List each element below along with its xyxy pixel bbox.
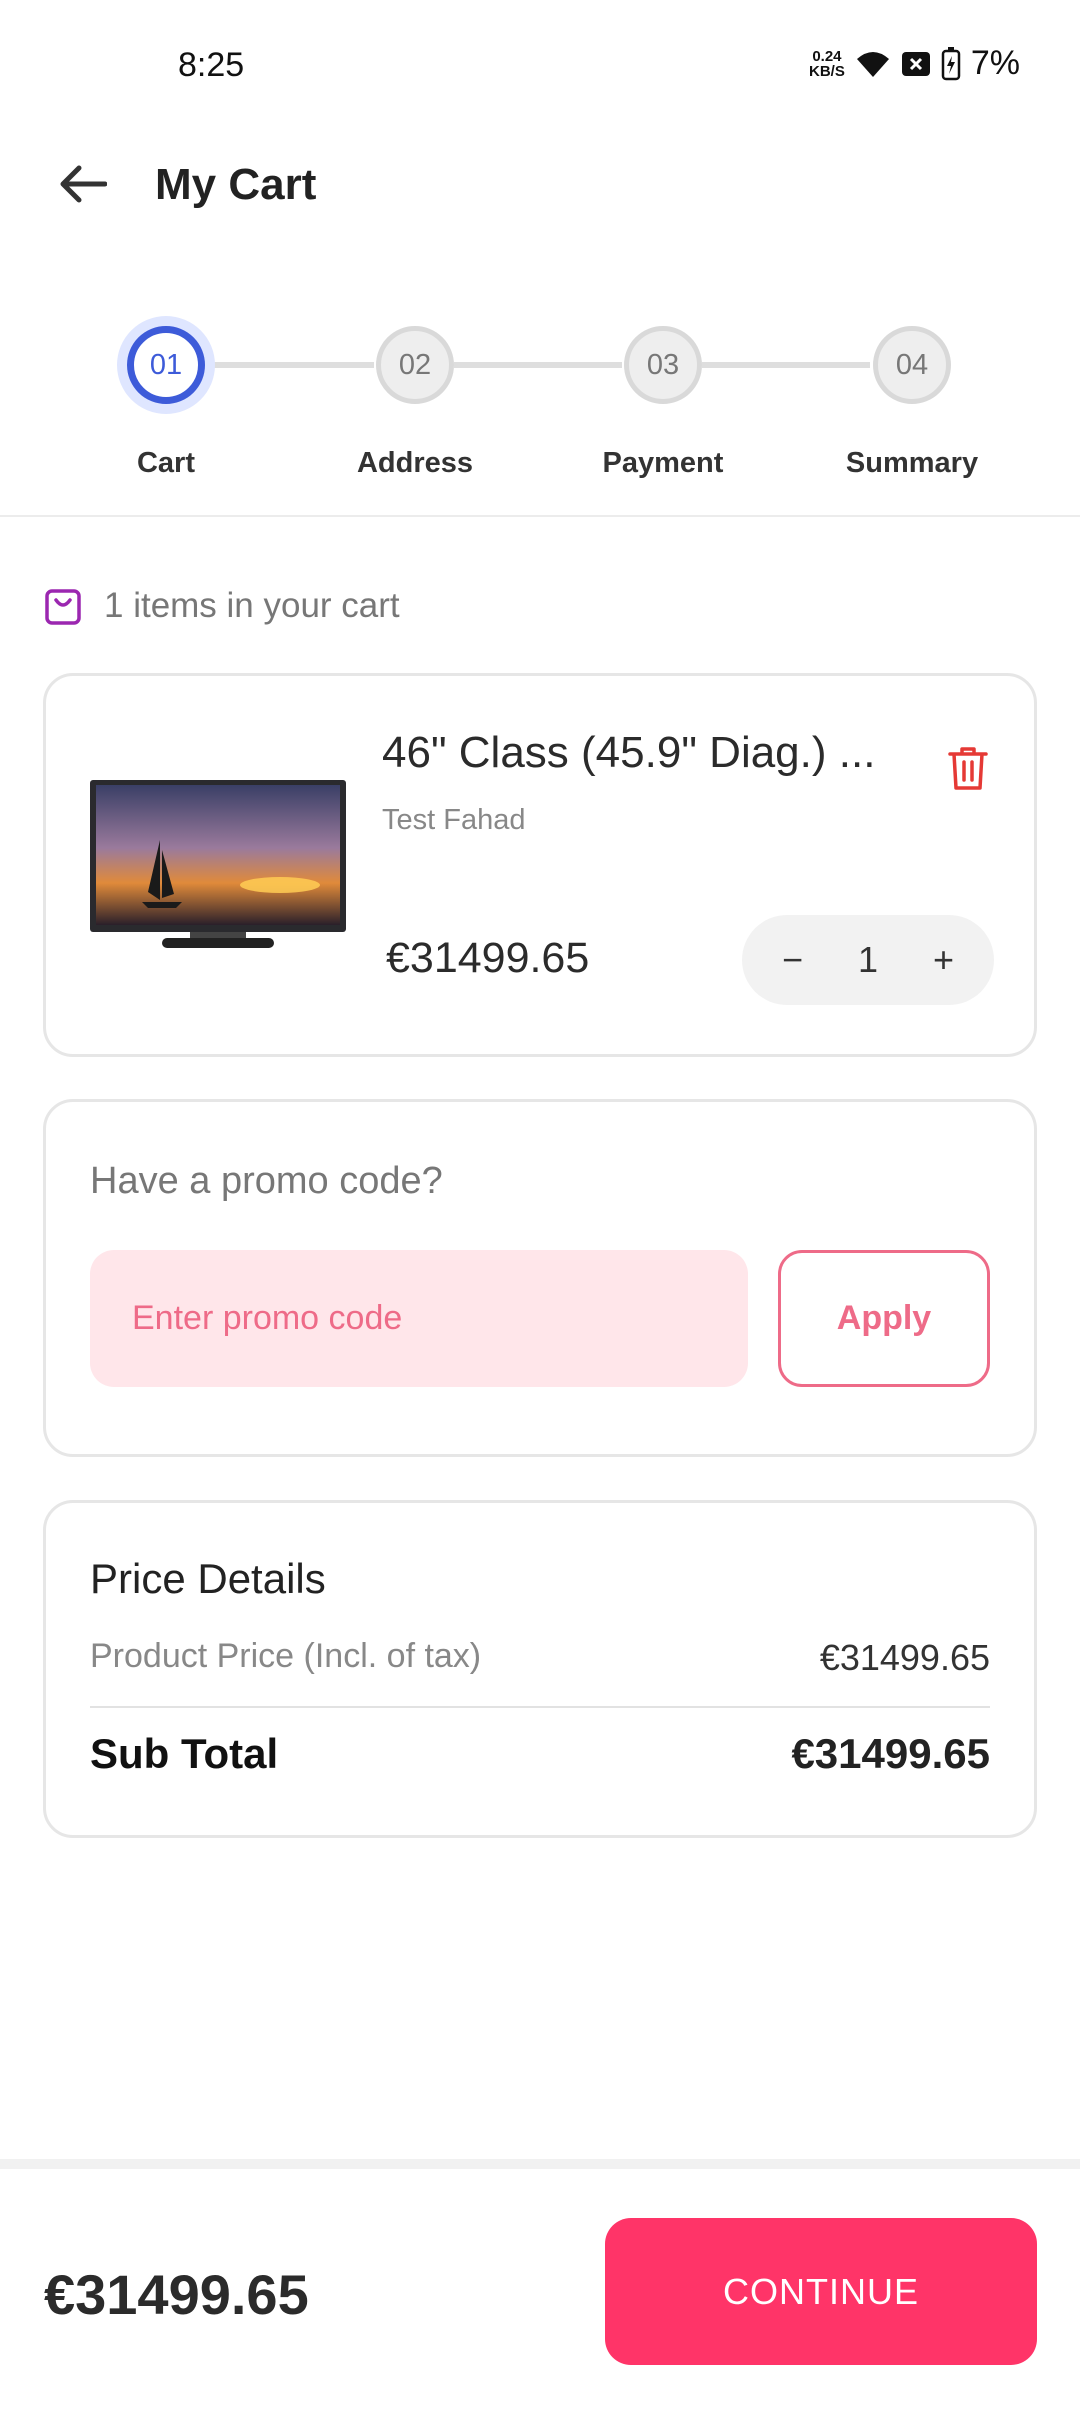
product-name[interactable]: 46" Class (45.9" Diag.) ... [382,728,875,778]
quantity-value: 1 [857,939,879,980]
product-price: €31499.65 [386,934,590,982]
product-price-value: €31499.65 [819,1637,990,1678]
bottom-bar-divider [0,2159,1080,2169]
delete-item-button[interactable] [946,744,990,797]
product-price-label: Product Price (Incl. of tax) [90,1637,482,1675]
battery-percent: 7% [970,44,1020,82]
promo-code-input[interactable] [90,1250,748,1387]
step-address-label: Address [356,447,474,479]
status-time: 8:25 [178,46,245,84]
stepper-connector [702,362,870,368]
step-summary-label: Summary [845,447,979,479]
step-summary-circle[interactable]: 04 [873,326,951,404]
battery-charging-icon [941,46,961,80]
subtotal-value: €31499.65 [791,1730,990,1777]
wifi-icon [856,51,889,77]
stepper-connector [454,362,622,368]
bottom-total: €31499.65 [44,2263,309,2326]
trash-icon [948,747,988,790]
header-divider [0,515,1080,517]
sim-off-icon [901,51,930,76]
step-cart-label: Cart [136,447,195,479]
price-divider [90,1706,990,1708]
subtotal-label: Sub Total [90,1730,279,1777]
decrease-quantity-button[interactable]: − [782,939,803,981]
quantity-stepper: − 1 + [742,915,994,1005]
price-details-title: Price Details [90,1555,326,1602]
arrow-left-icon [60,165,107,203]
promo-title: Have a promo code? [90,1160,443,1202]
page-title: My Cart [155,160,317,209]
network-speed: 0.24 KB/S [809,47,845,80]
step-payment-circle[interactable]: 03 [624,326,702,404]
step-payment-label: Payment [602,447,724,479]
shopping-bag-icon [45,589,81,625]
apply-promo-button[interactable]: Apply [778,1250,990,1387]
product-seller: Test Fahad [382,804,526,836]
status-icons: 0.24 KB/S 7% [809,44,1020,83]
increase-quantity-button[interactable]: + [933,939,954,981]
continue-button[interactable]: CONTINUE [605,2218,1037,2365]
step-cart-circle[interactable]: 01 [127,326,205,404]
step-address-circle[interactable]: 02 [376,326,454,404]
items-count: 1 items in your cart [104,586,400,625]
product-image[interactable] [90,780,346,952]
back-button[interactable] [52,154,112,214]
